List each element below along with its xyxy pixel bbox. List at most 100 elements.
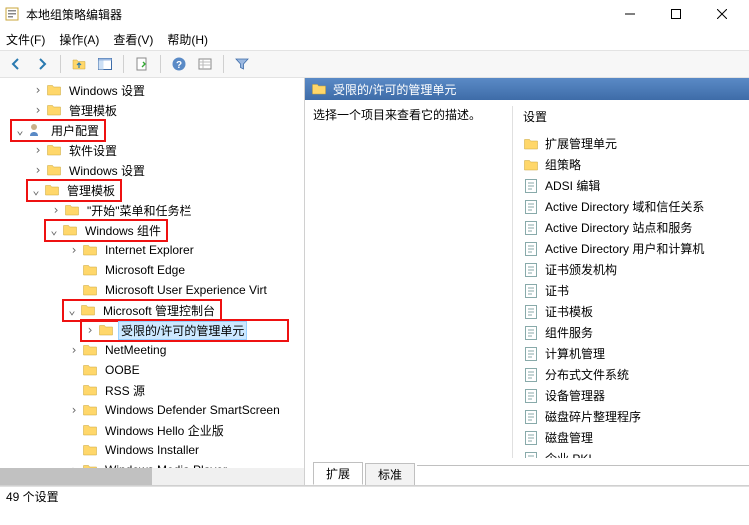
close-button[interactable] [699, 0, 745, 28]
collapse-icon[interactable]: ⌄ [46, 223, 62, 237]
setting-row[interactable]: Active Directory 站点和服务 [523, 217, 741, 238]
expand-icon[interactable]: › [66, 243, 82, 257]
setting-row[interactable]: 扩展管理单元 [523, 133, 741, 154]
collapse-icon[interactable]: ⌄ [28, 183, 44, 197]
app-icon [4, 6, 20, 22]
folder-icon [64, 202, 80, 218]
setting-row[interactable]: Active Directory 用户和计算机 [523, 238, 741, 259]
menu-bar: 文件(F) 操作(A) 查看(V) 帮助(H) [0, 28, 749, 50]
policy-item-icon [523, 283, 539, 299]
tree-item-mmc[interactable]: ⌄Microsoft 管理控制台 [0, 300, 304, 320]
tree-item[interactable]: ›软件设置 [0, 140, 304, 160]
tree-item[interactable]: ›Windows 设置 [0, 160, 304, 180]
setting-row[interactable]: 组策略 [523, 154, 741, 175]
setting-row[interactable]: 证书 [523, 280, 741, 301]
expand-icon[interactable]: › [66, 343, 82, 357]
tree-item[interactable]: ›管理模板 [0, 100, 304, 120]
policy-item-icon [523, 220, 539, 236]
tree-item[interactable]: OOBE [0, 360, 304, 380]
setting-row[interactable]: 组件服务 [523, 322, 741, 343]
tree-item[interactable]: Windows Hello 企业版 [0, 420, 304, 440]
tree-item[interactable]: Windows Installer [0, 440, 304, 460]
export-button[interactable] [130, 53, 154, 75]
tab-standard[interactable]: 标准 [365, 463, 415, 485]
menu-action[interactable]: 操作(A) [59, 31, 99, 48]
back-button[interactable] [4, 53, 28, 75]
folder-icon [46, 162, 62, 178]
tree-item-admin-templates[interactable]: ⌄管理模板 [0, 180, 304, 200]
setting-row[interactable]: 磁盘碎片整理程序 [523, 406, 741, 427]
tree-item[interactable]: Microsoft Edge [0, 260, 304, 280]
expand-icon[interactable]: › [82, 323, 98, 337]
expand-icon[interactable]: › [30, 143, 46, 157]
folder-icon [82, 242, 98, 258]
tree[interactable]: ›Windows 设置 ›管理模板 ⌄用户配置 ›软件设置 ›Windows 设… [0, 78, 304, 468]
toolbar-separator [60, 55, 61, 73]
setting-row[interactable]: 设备管理器 [523, 385, 741, 406]
tab-extended[interactable]: 扩展 [313, 462, 363, 485]
details-header: 受限的/许可的管理单元 [305, 78, 749, 100]
setting-row[interactable]: 证书模板 [523, 301, 741, 322]
setting-row[interactable]: 企业 PKI [523, 448, 741, 458]
setting-label: 分布式文件系统 [545, 366, 629, 383]
policy-item-icon [523, 178, 539, 194]
maximize-button[interactable] [653, 0, 699, 28]
folder-icon [46, 82, 62, 98]
tree-item[interactable]: ›Internet Explorer [0, 240, 304, 260]
policy-item-icon [523, 241, 539, 257]
tree-item[interactable]: ›NetMeeting [0, 340, 304, 360]
expand-icon[interactable]: › [48, 203, 64, 217]
folder-icon [523, 136, 539, 152]
tree-item-windows-components[interactable]: ⌄Windows 组件 [0, 220, 304, 240]
expand-icon[interactable]: › [66, 403, 82, 417]
minimize-button[interactable] [607, 0, 653, 28]
tree-item-user-config[interactable]: ⌄用户配置 [0, 120, 304, 140]
policy-item-icon [523, 451, 539, 459]
expand-icon[interactable]: › [30, 83, 46, 97]
setting-row[interactable]: 计算机管理 [523, 343, 741, 364]
setting-label: 证书模板 [545, 303, 593, 320]
menu-view[interactable]: 查看(V) [113, 31, 153, 48]
setting-label: 组策略 [545, 156, 581, 173]
setting-label: 计算机管理 [545, 345, 605, 362]
policy-item-icon [523, 388, 539, 404]
setting-label: 设备管理器 [545, 387, 605, 404]
tree-item[interactable]: ›Windows Media Player [0, 460, 304, 468]
policy-item-icon [523, 325, 539, 341]
collapse-icon[interactable]: ⌄ [64, 303, 80, 317]
details-button[interactable] [193, 53, 217, 75]
setting-row[interactable]: Active Directory 域和信任关系 [523, 196, 741, 217]
tree-item[interactable]: Microsoft User Experience Virt [0, 280, 304, 300]
help-button[interactable]: ? [167, 53, 191, 75]
setting-row[interactable]: 分布式文件系统 [523, 364, 741, 385]
folder-icon [82, 402, 98, 418]
menu-file[interactable]: 文件(F) [6, 31, 45, 48]
folder-icon [44, 182, 60, 198]
tree-horizontal-scrollbar[interactable] [0, 468, 304, 485]
details-header-title: 受限的/许可的管理单元 [333, 81, 456, 98]
expand-icon[interactable]: › [30, 103, 46, 117]
collapse-icon[interactable]: ⌄ [12, 123, 28, 137]
policy-item-icon [523, 430, 539, 446]
up-button[interactable] [67, 53, 91, 75]
tree-item[interactable]: ›Windows 设置 [0, 80, 304, 100]
folder-icon [82, 422, 98, 438]
show-hide-tree-button[interactable] [93, 53, 117, 75]
expand-icon[interactable]: › [30, 163, 46, 177]
tree-item-restricted-units[interactable]: ›受限的/许可的管理单元 [0, 320, 304, 340]
forward-button[interactable] [30, 53, 54, 75]
policy-item-icon [523, 409, 539, 425]
details-body: 选择一个项目来查看它的描述。 设置 扩展管理单元组策略ADSI 编辑Active… [305, 100, 749, 464]
setting-row[interactable]: ADSI 编辑 [523, 175, 741, 196]
description-column: 选择一个项目来查看它的描述。 [313, 106, 513, 458]
setting-row[interactable]: 磁盘管理 [523, 427, 741, 448]
setting-label: Active Directory 用户和计算机 [545, 240, 704, 257]
filter-button[interactable] [230, 53, 254, 75]
tree-item[interactable]: ›Windows Defender SmartScreen [0, 400, 304, 420]
tree-item[interactable]: RSS 源 [0, 380, 304, 400]
settings-column-header[interactable]: 设置 [523, 106, 741, 127]
policy-item-icon [523, 199, 539, 215]
tree-item[interactable]: ›"开始"菜单和任务栏 [0, 200, 304, 220]
menu-help[interactable]: 帮助(H) [167, 31, 208, 48]
setting-row[interactable]: 证书颁发机构 [523, 259, 741, 280]
